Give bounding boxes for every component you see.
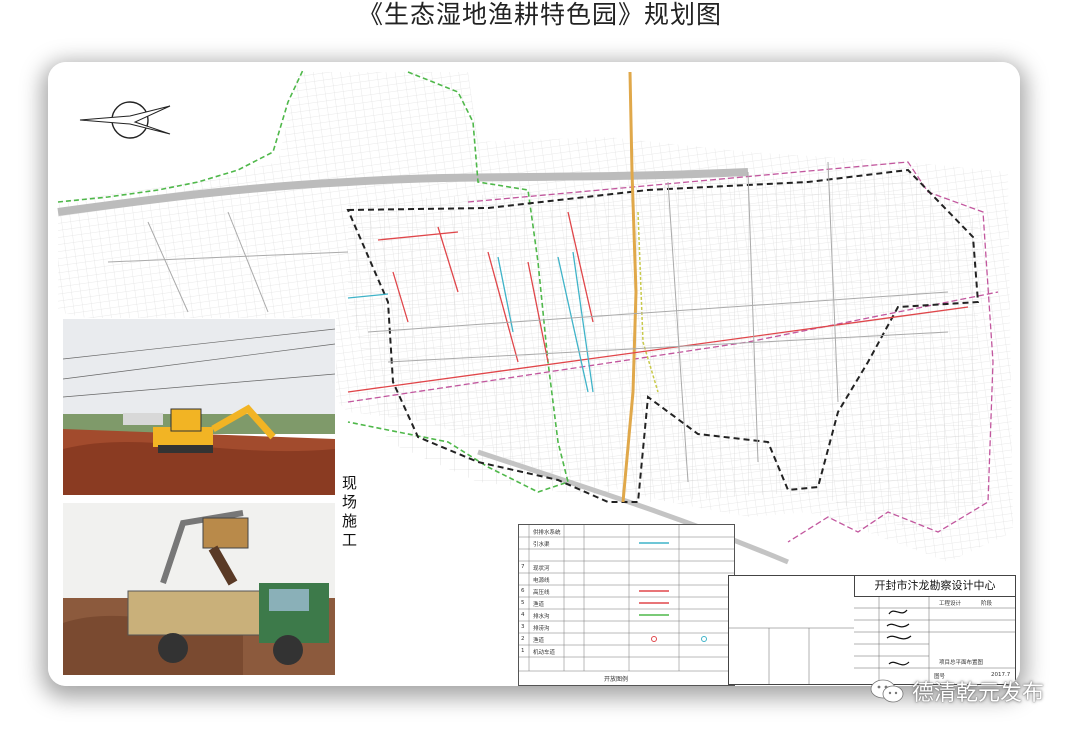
legend-label: 现状河 [533,566,550,572]
legend-label: 机动车道 [533,650,556,656]
watermark: 德清乾元发布 [870,676,1044,706]
title-block: 开封市汴龙勘察设计中心 工程设计 阶段 项目总平面布置图 图号 2017.7 [728,575,1016,685]
legend-label: 供排水系统 [533,530,561,536]
legend-label: 电源线 [533,578,550,584]
excavator-photo [62,318,336,496]
organization-name: 开封市汴龙勘察设计中心 [854,576,1015,597]
watermark-text: 德清乾元发布 [911,681,1044,706]
legend-label: 引水渠 [533,542,550,548]
stage-value: 阶段 [981,601,993,607]
legend-table: 供排水系统 引水渠 现状河 电源线 高压线 渔道 排水沟 排涝沟 渔道 机动车道… [518,524,735,686]
legend-row-number: 6 [521,588,525,594]
dump-truck-photo [62,502,336,676]
legend-row-number: 5 [521,600,525,606]
legend-row-number: 7 [521,564,525,570]
legend-label: 排涝沟 [533,626,550,632]
stage-label: 工程设计 [939,601,962,607]
legend-label: 渔道 [533,602,545,608]
legend-label: 高压线 [533,590,550,596]
page-title: 《生态湿地渔耕特色园》规划图 [357,0,722,29]
legend-row-number: 1 [521,648,525,654]
legend-label: 渔道 [533,638,545,644]
legend-row-number: 4 [521,612,525,618]
wechat-icon [870,679,904,703]
legend-row-number: 2 [521,636,525,642]
drawing-name: 项目总平面布置图 [939,660,984,666]
legend-row-number: 3 [521,624,525,630]
legend-label: 排水沟 [533,614,550,620]
site-construction-label: 现场施工 [342,474,358,549]
legend-footer: 开放图例 [604,676,629,683]
map-frame: 现场施工 供排水系统 引水渠 现状河 电源线 高压线 渔道 排水沟 排涝沟 渔道… [48,62,1020,686]
